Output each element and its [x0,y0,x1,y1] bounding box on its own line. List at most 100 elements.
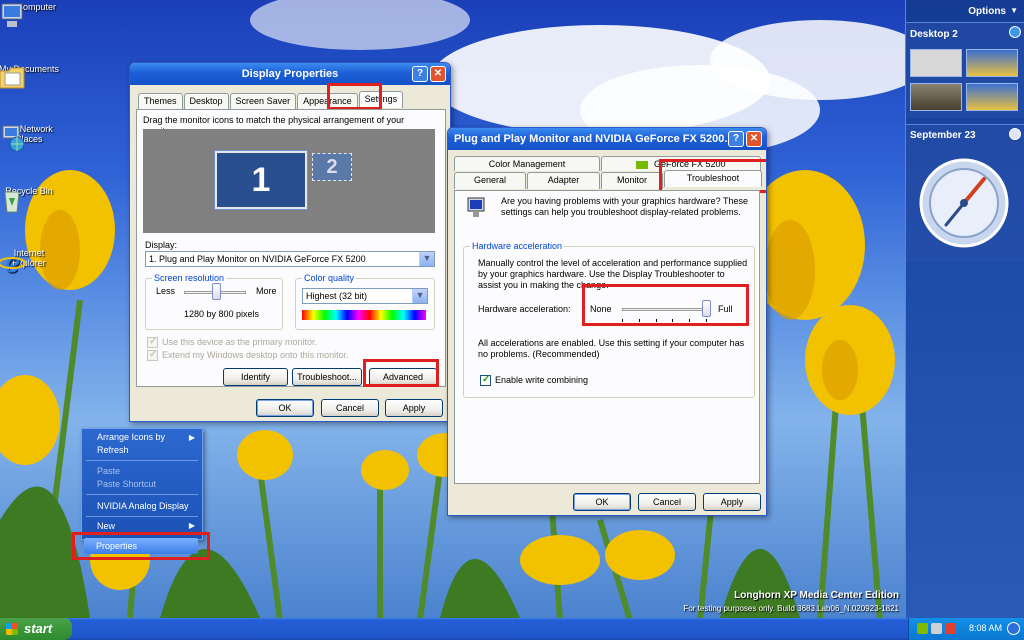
display-select-value: 1. Plug and Play Monitor on NVIDIA GeFor… [149,254,366,264]
ok-button[interactable]: OK [573,493,631,511]
monitor-2-number: 2 [326,156,338,178]
extend-desktop-checkbox[interactable]: ✓ [147,349,158,361]
network-icon [2,125,25,152]
sidebar-options[interactable]: Options [968,6,1006,17]
submenu-arrow-icon: ▶ [188,433,195,442]
analog-clock [919,158,1009,248]
menu-separator [86,516,198,517]
menu-item-paste[interactable]: Paste [97,466,120,477]
primary-monitor-label: Use this device as the primary monitor. [162,337,318,347]
help-button[interactable]: ? [728,131,744,147]
monitor-properties-titlebar[interactable]: Plug and Play Monitor and NVIDIA GeForce… [448,128,766,150]
clock[interactable]: 8:08 AM [969,623,1002,633]
write-combining-label: Enable write combining [495,375,589,385]
apply-button[interactable]: Apply [703,493,761,511]
recycle-bin-icon [4,191,20,213]
close-button[interactable]: ✕ [430,66,446,82]
menu-item-arrange-icons[interactable]: Arrange Icons by [97,432,165,443]
monitor-arrangement-area: 1 2 [143,129,435,233]
settings-panel: Drag the monitor icons to match the phys… [136,109,446,387]
color-quality-group: Color quality Highest (32 bit) ▼ [295,273,435,330]
chevron-down-icon: ▼ [412,289,427,303]
tab-screen-saver[interactable]: Screen Saver [229,93,297,110]
menu-item-new[interactable]: New [97,521,115,532]
menu-item-nvidia-display[interactable]: NVIDIA Analog Display [97,501,189,512]
nvidia-icon [636,160,649,169]
start-label: start [24,621,53,636]
security-tray-icon[interactable] [945,623,956,634]
color-spectrum-bar [302,310,426,320]
desktop-icon-my-documents[interactable]: My Documents [0,64,61,89]
my-computer-icon [1,3,23,27]
clock-icon [1009,128,1021,140]
tab-color-management[interactable]: Color Management [454,156,600,171]
monitor-icon [467,197,485,217]
edition-watermark: Longhorn XP Media Center Edition [734,590,899,601]
desktop-icon-my-computer[interactable]: My Computer [0,2,61,27]
more-label: More [256,286,277,296]
highlight-settings-tab [327,83,382,110]
desktop-thumbnail-4[interactable] [966,83,1018,111]
desktop-thumbnail-3[interactable] [910,83,962,111]
menu-item-paste-shortcut[interactable]: Paste Shortcut [97,479,156,490]
highlight-acceleration-slider [582,284,749,326]
desktop-thumbnail-2[interactable] [966,49,1018,77]
display-select[interactable]: 1. Plug and Play Monitor on NVIDIA GeFor… [145,251,435,267]
network-tray-icon[interactable] [917,623,928,634]
highlight-properties-item [72,532,210,560]
apply-button[interactable]: Apply [385,399,443,417]
folder-icon [0,67,25,89]
monitor-properties-window: Plug and Play Monitor and NVIDIA GeForce… [447,127,767,516]
monitor-1[interactable]: 1 [214,150,308,210]
sidebar-desktop-tile: Desktop 2 [906,22,1024,118]
color-quality-select[interactable]: Highest (32 bit) ▼ [302,288,428,304]
desktop-icon-recycle-bin[interactable]: Recycle Bin [0,186,61,213]
less-label: Less [156,286,176,296]
troubleshoot-button[interactable]: Troubleshoot... [292,368,362,386]
chevron-down-icon: ▼ [419,252,434,266]
hardware-acceleration-title: Hardware acceleration [470,241,565,251]
resolution-slider[interactable] [212,283,221,300]
tab-desktop[interactable]: Desktop [183,93,229,110]
acceleration-status: All accelerations are enabled. Use this … [478,338,745,359]
menu-item-refresh[interactable]: Refresh [97,445,129,456]
extend-desktop-label: Extend my Windows desktop onto this moni… [162,350,349,360]
desktop-thumbnail-1[interactable] [910,49,962,77]
desktop-icon-internet-explorer[interactable]: e Internet Explorer [0,248,61,276]
display-properties-titlebar[interactable]: Display Properties ? ✕ [130,63,450,85]
tab-general[interactable]: General [454,172,526,189]
hardware-acceleration-label: Hardware acceleration: [478,304,571,314]
tab-themes[interactable]: Themes [138,93,183,110]
ok-button[interactable]: OK [256,399,314,417]
desktop-icon-my-network-places[interactable]: My Network Places [0,124,61,152]
troubleshoot-panel: Are you having problems with your graphi… [454,190,760,484]
show-desktop-icon[interactable] [1007,622,1020,635]
write-combining-checkbox[interactable]: ✓ [480,374,491,386]
sidebar: Options ▼ Desktop 2 September 23 [905,0,1024,618]
cancel-button[interactable]: Cancel [638,493,696,511]
volume-tray-icon[interactable] [931,623,942,634]
sidebar-date: September 23 [910,130,976,141]
taskbar: start 8:08 AM [0,618,1024,640]
svg-text:e: e [5,249,20,276]
display-properties-window: Display Properties ? ✕ Themes Desktop Sc… [129,62,451,422]
system-tray: 8:08 AM [908,618,1024,640]
resolution-value: 1280 by 800 pixels [184,309,260,319]
display-label: Display: [145,240,178,250]
help-button[interactable]: ? [412,66,428,82]
desktop-context-menu: Arrange Icons by ▶ Refresh Paste Paste S… [81,428,203,540]
sidebar-desktop-label: Desktop 2 [910,29,958,40]
window-title: Display Properties [241,68,339,80]
start-button[interactable]: start [0,618,72,640]
monitor-2[interactable]: 2 [312,153,352,181]
menu-separator [86,494,198,495]
submenu-arrow-icon: ▶ [188,521,195,530]
tab-adapter[interactable]: Adapter [527,172,600,189]
primary-monitor-checkbox[interactable]: ✓ [147,336,158,348]
cancel-button[interactable]: Cancel [321,399,379,417]
tab-monitor[interactable]: Monitor [601,172,663,189]
close-button[interactable]: ✕ [746,131,762,147]
screen-resolution-title: Screen resolution [152,273,227,283]
identify-button[interactable]: Identify [223,368,288,386]
monitor-1-number: 1 [251,161,271,199]
